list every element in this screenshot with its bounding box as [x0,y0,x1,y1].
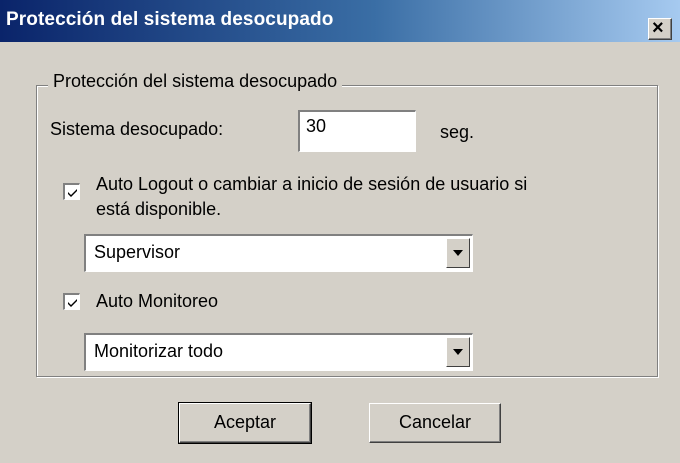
chevron-down-icon [453,349,463,355]
checkmark-icon [68,299,77,307]
idle-seconds-input[interactable]: 30 [298,110,416,152]
auto-logout-label-line1: Auto Logout o cambiar a inicio de sesión… [96,174,528,194]
auto-monitor-select[interactable]: Monitorizar todo [84,333,473,371]
auto-logout-checkbox[interactable] [63,183,80,200]
ok-button[interactable]: Aceptar [178,402,312,444]
auto-monitor-value: Monitorizar todo [94,341,224,361]
auto-logout-dropdown-button[interactable] [446,238,470,268]
auto-monitor-checkbox[interactable] [63,293,80,310]
group-title: Protección del sistema desocupado [48,71,343,92]
cancel-button[interactable]: Cancelar [369,403,501,443]
auto-logout-user-value: Supervisor [94,242,181,262]
idle-unit-label: seg. [440,122,475,142]
window-title: Protección del sistema desocupado [6,9,334,30]
close-button[interactable]: × [648,17,672,40]
auto-logout-label-line2: está disponible. [96,199,222,219]
auto-logout-user-select[interactable]: Supervisor [84,234,473,272]
close-icon: × [652,17,664,39]
title-bar[interactable]: Protección del sistema desocupado × [0,0,680,42]
checkmark-icon [68,189,77,197]
auto-monitor-label: Auto Monitoreo [96,291,219,311]
idle-label: Sistema desocupado: [50,119,224,139]
auto-monitor-dropdown-button[interactable] [446,337,470,367]
chevron-down-icon [453,250,463,256]
